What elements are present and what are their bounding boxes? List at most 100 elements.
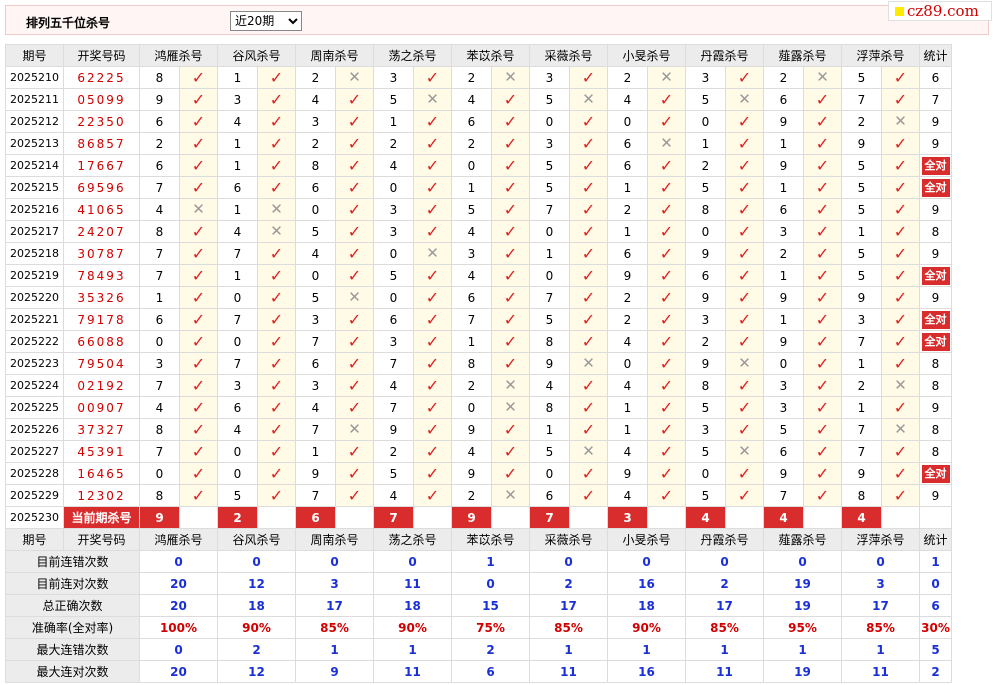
kill-number-cell: 9 bbox=[139, 88, 180, 111]
check-icon: ✓ bbox=[737, 331, 752, 351]
kill-number-cell: 2 bbox=[451, 374, 492, 397]
check-icon: ✓ bbox=[737, 309, 752, 329]
check-icon: ✓ bbox=[347, 441, 362, 461]
period-cell: 2025228 bbox=[5, 462, 64, 485]
kill-number-cell: 8 bbox=[295, 154, 336, 177]
check-icon: ✓ bbox=[191, 485, 206, 505]
result-cell: ✓ bbox=[725, 484, 764, 507]
kill-number-cell: 1 bbox=[763, 176, 804, 199]
stat-label: 总正确次数 bbox=[5, 594, 140, 617]
result-cell: ✓ bbox=[413, 132, 452, 155]
period-cell: 2025211 bbox=[5, 88, 64, 111]
check-icon: ✓ bbox=[191, 441, 206, 461]
check-icon: ✓ bbox=[815, 199, 830, 219]
check-icon: ✓ bbox=[269, 419, 284, 439]
result-cell: ✕ bbox=[647, 132, 686, 155]
result-cell: ✓ bbox=[803, 220, 842, 243]
result-cell: ✓ bbox=[725, 396, 764, 419]
result-cell: ✓ bbox=[725, 220, 764, 243]
stat-value: 100% bbox=[139, 616, 218, 639]
kill-number-cell: 8 bbox=[529, 330, 570, 353]
stat-value: 18 bbox=[217, 594, 296, 617]
check-icon: ✓ bbox=[347, 243, 362, 263]
period-cell: 2025215 bbox=[5, 176, 64, 199]
result-cell: ✓ bbox=[569, 308, 608, 331]
current-kill-number: 6 bbox=[295, 506, 336, 529]
check-icon: ✓ bbox=[815, 441, 830, 461]
check-icon: ✓ bbox=[659, 353, 674, 373]
kill-number-cell: 4 bbox=[139, 396, 180, 419]
kill-number-cell: 4 bbox=[607, 330, 648, 353]
stat-value: 19 bbox=[763, 660, 842, 683]
draw-numbers-cell: 17667 bbox=[63, 154, 140, 177]
result-cell: ✓ bbox=[413, 308, 452, 331]
kill-number-cell: 2 bbox=[685, 330, 726, 353]
result-cell: ✕ bbox=[569, 352, 608, 375]
column-header: 采薇杀号 bbox=[529, 44, 608, 67]
check-icon: ✓ bbox=[659, 331, 674, 351]
check-icon: ✓ bbox=[191, 463, 206, 483]
result-cell: ✓ bbox=[569, 110, 608, 133]
column-header: 苯苡杀号 bbox=[451, 44, 530, 67]
empty-cell bbox=[569, 506, 608, 529]
result-cell: ✓ bbox=[803, 462, 842, 485]
table-row: 2025214 17667 6 ✓ 1 ✓ 8 ✓ 4 ✓ 0 ✓ 5 ✓ 6 ✓ 2 ✓ 9 ✓ 5 ✓ 全对 bbox=[5, 154, 952, 177]
period-range-select[interactable]: 近20期 bbox=[230, 11, 302, 31]
kill-number-cell: 8 bbox=[841, 484, 882, 507]
stat-value: 1 bbox=[451, 550, 530, 573]
check-icon: ✓ bbox=[737, 133, 752, 153]
kill-number-cell: 7 bbox=[841, 418, 882, 441]
kill-number-cell: 2 bbox=[607, 66, 648, 89]
stat-value: 17 bbox=[529, 594, 608, 617]
kill-number-cell: 6 bbox=[217, 176, 258, 199]
kill-number-cell: 3 bbox=[295, 374, 336, 397]
column-header: 周南杀号 bbox=[295, 528, 374, 551]
result-cell: ✓ bbox=[491, 462, 530, 485]
check-icon: ✓ bbox=[347, 199, 362, 219]
stat-value: 11 bbox=[841, 660, 920, 683]
result-cell: ✓ bbox=[647, 198, 686, 221]
check-icon: ✓ bbox=[581, 287, 596, 307]
cross-icon: ✕ bbox=[348, 288, 361, 306]
title-bar: 排列五千位杀号 近20期 bbox=[5, 5, 989, 35]
column-header: 鸿雁杀号 bbox=[139, 528, 218, 551]
check-icon: ✓ bbox=[659, 111, 674, 131]
kill-number-cell: 7 bbox=[841, 330, 882, 353]
result-cell: ✓ bbox=[569, 198, 608, 221]
kill-number-cell: 5 bbox=[373, 462, 414, 485]
stat-value: 90% bbox=[373, 616, 452, 639]
result-cell: ✓ bbox=[257, 264, 296, 287]
result-cell: ✕ bbox=[881, 110, 920, 133]
check-icon: ✓ bbox=[737, 397, 752, 417]
current-kill-number: 4 bbox=[763, 506, 804, 529]
kill-number-cell: 0 bbox=[139, 330, 180, 353]
stat-value: 1 bbox=[529, 638, 608, 661]
check-icon: ✓ bbox=[659, 419, 674, 439]
result-cell: ✓ bbox=[179, 66, 218, 89]
current-kill-label: 当前期杀号 bbox=[63, 506, 140, 529]
result-cell: ✓ bbox=[179, 396, 218, 419]
column-header: 期号 bbox=[5, 44, 64, 67]
correct-count: 9 bbox=[931, 114, 940, 129]
stat-cell: 8 bbox=[919, 220, 952, 243]
current-kill-number: 7 bbox=[373, 506, 414, 529]
kill-number-cell: 2 bbox=[607, 286, 648, 309]
site-logo[interactable]: cz89.com bbox=[888, 1, 992, 21]
kill-number-cell: 9 bbox=[685, 242, 726, 265]
cross-icon: ✕ bbox=[894, 420, 907, 438]
result-cell: ✓ bbox=[881, 132, 920, 155]
result-cell: ✓ bbox=[647, 220, 686, 243]
stat-value: 18 bbox=[373, 594, 452, 617]
column-header: 开奖号码 bbox=[63, 44, 140, 67]
stat-value: 2 bbox=[919, 660, 952, 683]
check-icon: ✓ bbox=[503, 353, 518, 373]
table-row: 2025222 66088 0 ✓ 0 ✓ 7 ✓ 3 ✓ 1 ✓ 8 ✓ 4 ✓ 2 ✓ 9 ✓ 7 ✓ 全对 bbox=[5, 330, 952, 353]
stat-value: 17 bbox=[295, 594, 374, 617]
check-icon: ✓ bbox=[347, 155, 362, 175]
check-icon: ✓ bbox=[425, 419, 440, 439]
result-cell: ✓ bbox=[803, 88, 842, 111]
draw-numbers-cell: 45391 bbox=[63, 440, 140, 463]
result-cell: ✓ bbox=[803, 374, 842, 397]
column-header: 苯苡杀号 bbox=[451, 528, 530, 551]
kill-number-cell: 1 bbox=[607, 418, 648, 441]
